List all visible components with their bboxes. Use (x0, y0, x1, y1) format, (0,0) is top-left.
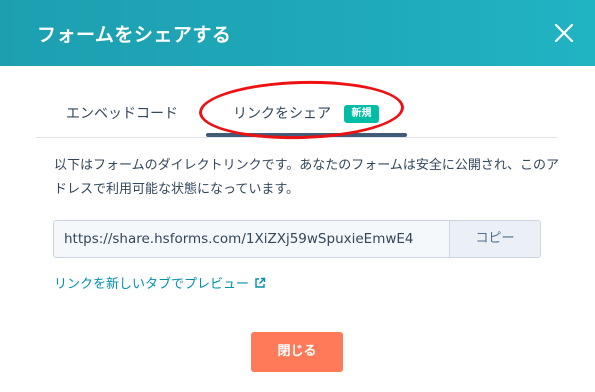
preview-link[interactable]: リンクを新しいタブでプレビュー (54, 273, 266, 292)
share-link-input[interactable] (54, 221, 450, 257)
preview-link-label: リンクを新しいタブでプレビュー (54, 277, 250, 292)
close-button[interactable] (548, 17, 580, 49)
tab-embed-code[interactable]: エンベッドコード (66, 103, 178, 123)
external-link-icon (255, 277, 266, 288)
copy-button[interactable]: コピー (450, 221, 540, 257)
share-link-row: コピー (53, 220, 541, 258)
close-icon (554, 23, 574, 43)
link-description: 以下はフォームのダイレクトリンクです。あなたのフォームは安全に公開され、このアド… (54, 158, 560, 197)
close-dialog-button[interactable]: 閉じる (251, 332, 343, 372)
modal-header: フォームをシェアする (0, 0, 595, 66)
modal-title: フォームをシェアする (37, 24, 232, 46)
